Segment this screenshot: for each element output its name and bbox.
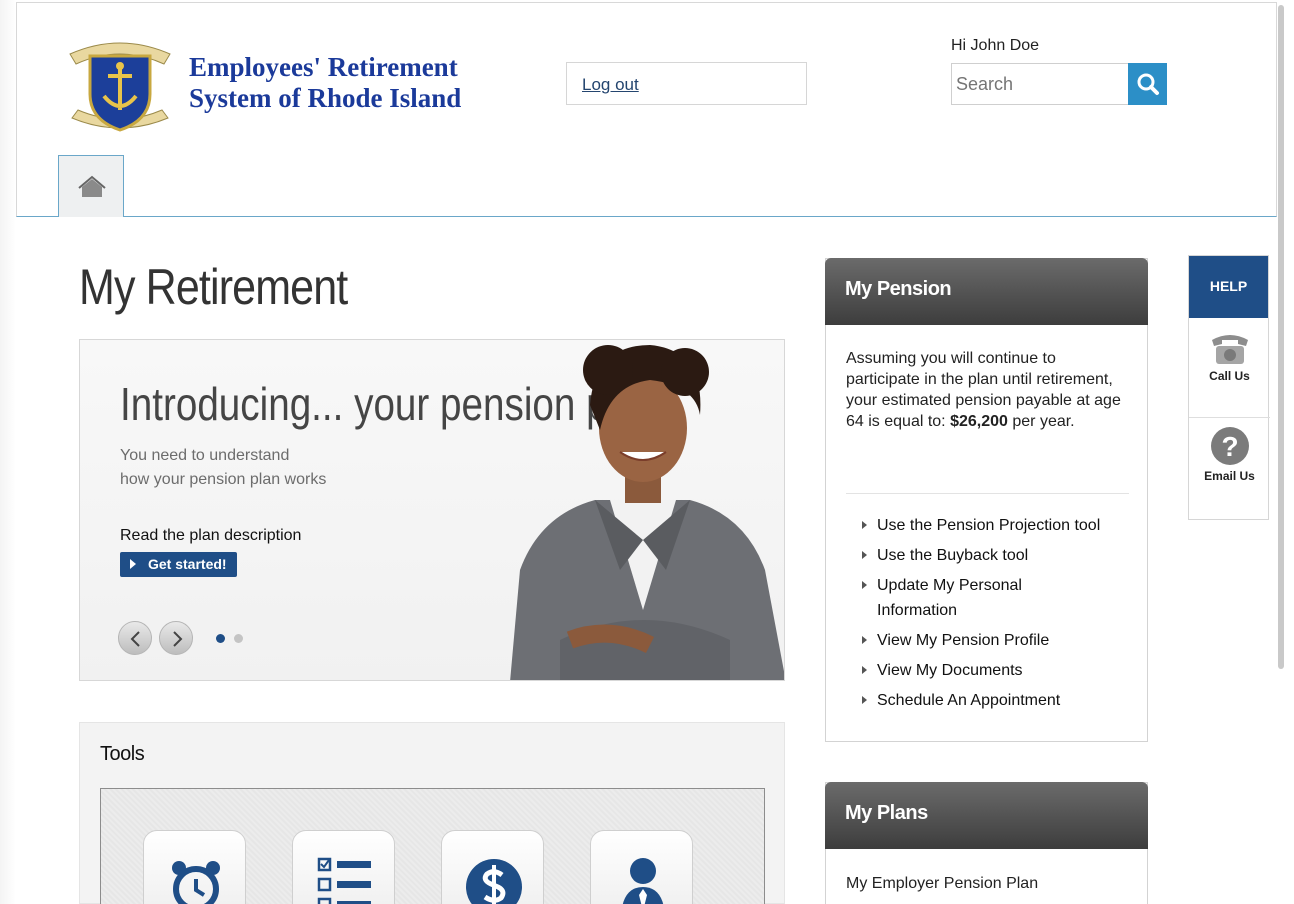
page-title: My Retirement [79,259,348,315]
arrow-right-icon [862,521,867,529]
org-name-line2: System of Rhode Island [189,83,462,113]
tools-section: Tools [79,722,785,904]
scrollbar[interactable] [1278,5,1284,669]
plan-item[interactable]: My Employer Pension Plan [846,875,1038,893]
pension-panel-title: My Pension [825,258,1148,325]
link-schedule-appointment[interactable]: Schedule An Appointment [862,688,1127,713]
page-shadow [0,0,16,904]
get-started-button[interactable]: Get started! [120,552,237,577]
plans-panel-title: My Plans [825,782,1148,849]
search-icon [1137,73,1159,95]
search-input[interactable] [951,63,1129,105]
checklist-icon [317,857,371,904]
phone-icon [1211,335,1248,364]
page: Employees' Retirement System of Rhode Is… [0,0,1294,904]
question-icon: ? [1210,427,1249,465]
link-buyback-tool[interactable]: Use the Buyback tool [862,543,1127,568]
plans-panel: My Plans My Employer Pension Plan [825,782,1148,904]
arrow-right-icon [862,551,867,559]
hero-carousel: Introducing... your pension plan You nee… [79,339,785,681]
arrow-right-icon [862,581,867,589]
pension-panel: My Pension Assuming you will continue to… [825,258,1148,742]
pension-links: Use the Pension Projection tool Use the … [862,513,1127,718]
link-my-documents[interactable]: View My Documents [862,658,1127,683]
pension-estimate: Assuming you will continue to participat… [846,348,1131,432]
call-us-label: Call Us [1209,369,1250,383]
carousel-subtitle-line2: how your pension plan works [120,471,327,488]
tab-home[interactable] [58,155,124,217]
email-us-button[interactable]: ? Email Us [1189,426,1270,483]
alarm-clock-icon [172,861,220,904]
chevron-right-icon [173,631,183,647]
carousel-subtitle-line1: You need to understand [120,447,290,464]
arrow-right-icon [862,666,867,674]
logout-box: Log out [566,62,807,105]
divider [846,493,1129,494]
link-label: Schedule An Appointment [877,692,1061,709]
link-pension-projection[interactable]: Use the Pension Projection tool [862,513,1127,538]
email-us-label: Email Us [1204,469,1255,483]
tools-grid [100,788,765,904]
chevron-left-icon [130,631,140,647]
play-arrow-icon [130,559,136,569]
link-label: Update My Personal Information [877,577,1022,619]
org-name-line1: Employees' Retirement [189,52,458,82]
link-label: View My Documents [877,662,1023,679]
svg-text:?: ? [1221,431,1238,462]
carousel-read-text: Read the plan description [120,527,302,544]
org-name[interactable]: Employees' Retirement System of Rhode Is… [189,52,461,114]
logout-link[interactable]: Log out [582,75,639,95]
arrow-right-icon [862,636,867,644]
carousel-subtitle: You need to understand how your pension … [120,444,326,492]
pension-amount: $26,200 [950,413,1008,430]
pension-amount-suffix: per year. [1007,413,1075,430]
link-label: View My Pension Profile [877,632,1050,649]
logo-seal-icon[interactable] [64,34,176,140]
carousel-next-button[interactable] [159,621,193,655]
arrow-right-icon [862,696,867,704]
tool-timer[interactable] [143,830,246,904]
tool-checklist[interactable] [292,830,395,904]
call-us-button[interactable]: Call Us [1189,330,1270,383]
tool-profile[interactable] [590,830,693,904]
carousel-prev-button[interactable] [118,621,152,655]
get-started-label: Get started! [148,556,227,572]
tools-title: Tools [100,743,145,765]
carousel-dot-1[interactable] [216,634,225,643]
home-icon [78,175,106,197]
businesswoman-photo [510,345,784,680]
link-label: Use the Buyback tool [877,547,1029,564]
help-title: HELP [1189,256,1268,318]
link-update-personal-info[interactable]: Update My Personal Information [862,573,1062,623]
link-pension-profile[interactable]: View My Pension Profile [862,628,1127,653]
help-sidebar: HELP Call Us ? Email Us [1188,255,1270,520]
person-icon [622,858,664,904]
carousel-dot-2[interactable] [234,634,243,643]
user-greeting: Hi John Doe [951,37,1040,54]
dollar-icon [466,859,522,904]
divider [1189,417,1270,418]
search-button[interactable] [1128,63,1167,105]
link-label: Use the Pension Projection tool [877,517,1101,534]
tool-finance[interactable] [441,830,544,904]
